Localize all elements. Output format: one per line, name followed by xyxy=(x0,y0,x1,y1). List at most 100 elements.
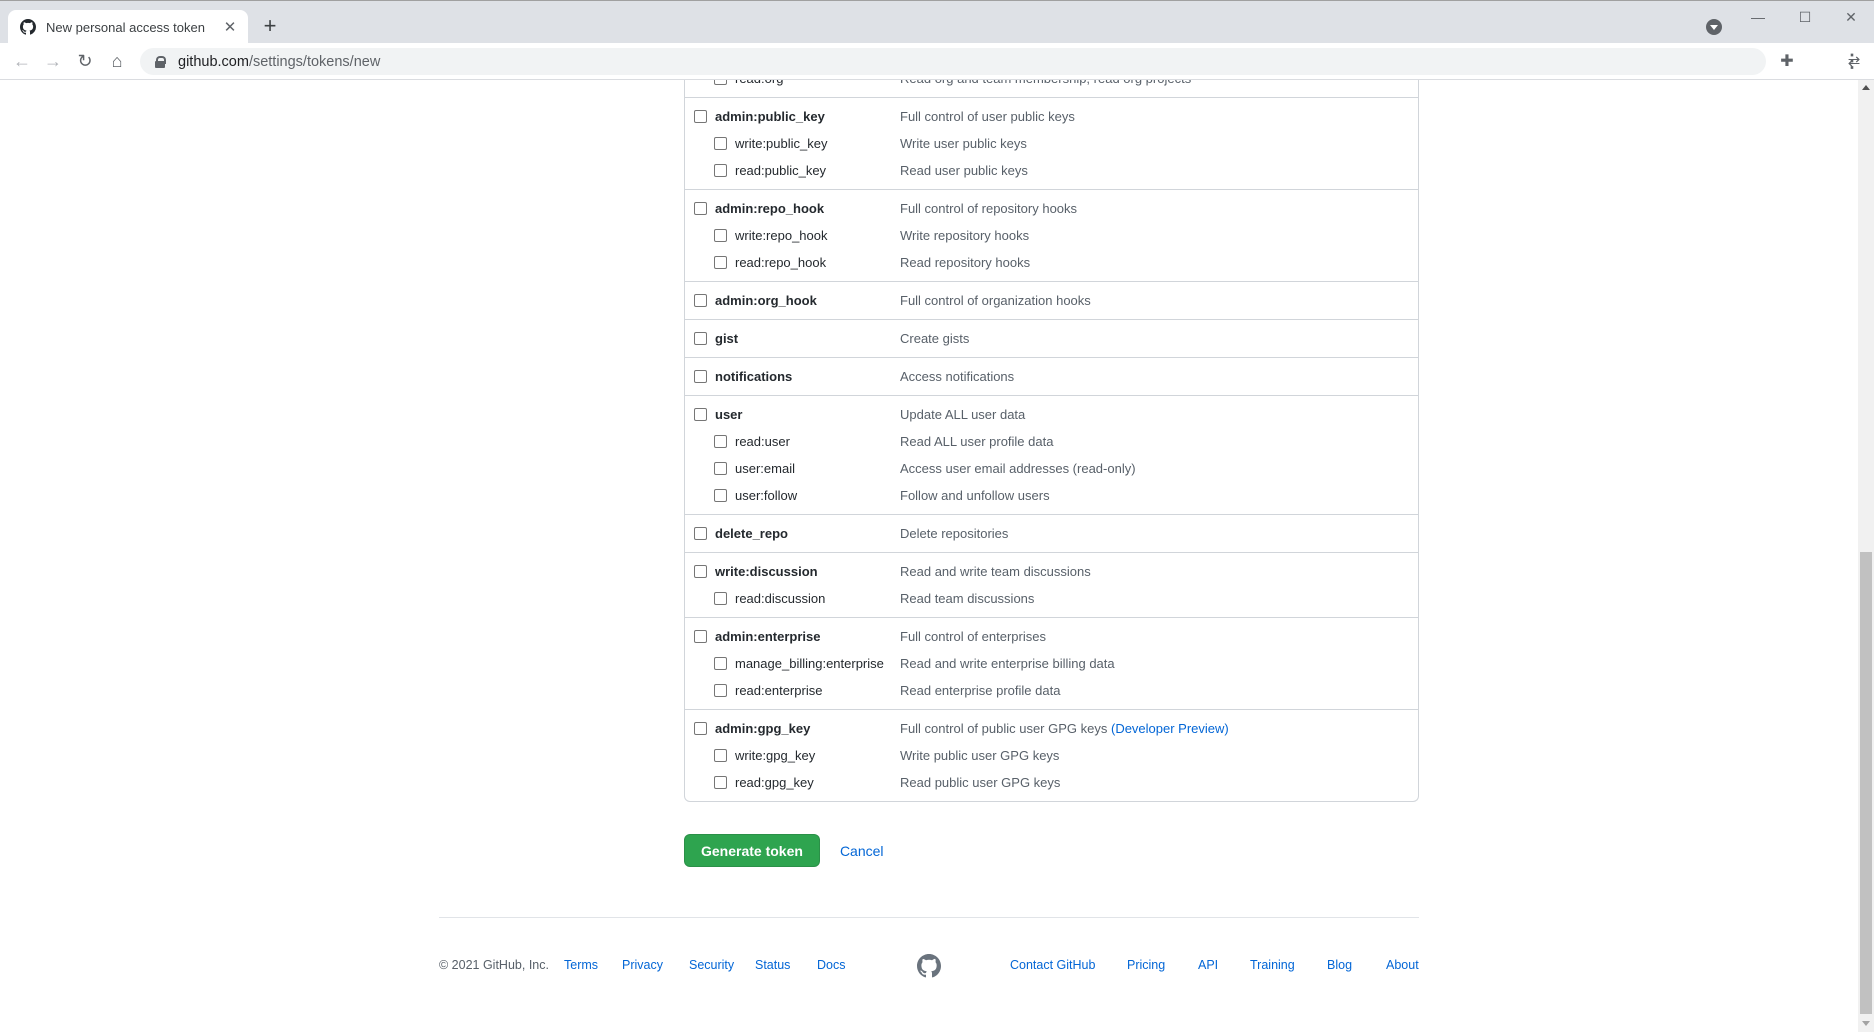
scope-row[interactable]: admin:repo_hook Full control of repositor… xyxy=(685,195,1418,222)
scope-checkbox[interactable] xyxy=(694,722,707,735)
tab-search-icon[interactable] xyxy=(1706,19,1722,35)
footer-link-pricing[interactable]: Pricing xyxy=(1127,958,1165,972)
scope-name: write:discussion xyxy=(715,564,818,579)
scope-description: Access user email addresses (read-only) xyxy=(900,461,1136,476)
scope-name: read:user xyxy=(735,434,790,449)
scope-checkbox[interactable] xyxy=(714,684,727,697)
scope-checkbox[interactable] xyxy=(694,408,707,421)
window-close-button[interactable]: ✕ xyxy=(1828,5,1874,29)
scope-row[interactable]: admin:enterprise Full control of enterpri… xyxy=(685,623,1418,650)
scope-row[interactable]: read:orgRead org and team membership, re… xyxy=(685,80,1418,92)
scope-row[interactable]: admin:org_hook Full control of organizati… xyxy=(685,287,1418,314)
scope-row[interactable]: write:repo_hook Write repository hooks xyxy=(685,222,1418,249)
scope-name: read:enterprise xyxy=(735,683,823,698)
window-minimize-button[interactable]: — xyxy=(1735,5,1781,29)
home-icon[interactable]: ⌂ xyxy=(105,49,129,73)
footer-link-blog[interactable]: Blog xyxy=(1327,958,1352,972)
footer-link-security[interactable]: Security xyxy=(689,958,734,972)
browser-tab-strip: New personal access token ✕ + — ☐ ✕ xyxy=(0,0,1874,44)
footer-link-training[interactable]: Training xyxy=(1250,958,1295,972)
scope-row[interactable]: user:email Access user email addresses (r… xyxy=(685,455,1418,482)
tab-close-icon[interactable]: ✕ xyxy=(222,18,238,36)
lock-icon[interactable] xyxy=(154,55,166,68)
scope-row[interactable]: read:enterprise Read enterprise profile d… xyxy=(685,677,1418,704)
scope-checkbox[interactable] xyxy=(694,630,707,643)
scope-group: admin:repo_hook Full control of repositor… xyxy=(685,189,1418,281)
scope-row[interactable]: read:discussion Read team discussions xyxy=(685,585,1418,612)
extensions-puzzle-icon[interactable]: ✚ xyxy=(1777,51,1797,71)
scope-row[interactable]: admin:gpg_key Full control of public user… xyxy=(685,715,1418,742)
scope-checkbox[interactable] xyxy=(714,256,727,269)
scope-row[interactable]: manage_billing:enterprise Read and write … xyxy=(685,650,1418,677)
browser-tab-active[interactable]: New personal access token ✕ xyxy=(8,10,248,44)
scope-name: read:public_key xyxy=(735,163,827,178)
scope-row[interactable]: admin:public_key Full control of user pub… xyxy=(685,103,1418,130)
scope-checkbox[interactable] xyxy=(714,462,727,475)
scope-row[interactable]: write:public_key Write user public keys xyxy=(685,130,1418,157)
scope-checkbox[interactable] xyxy=(714,776,727,789)
scope-checkbox[interactable] xyxy=(714,137,727,150)
scope-checkbox[interactable] xyxy=(714,229,727,242)
scope-row[interactable]: read:user Read ALL user profile data xyxy=(685,428,1418,455)
scope-row[interactable]: notifications Access notifications xyxy=(685,363,1418,390)
scope-checkbox[interactable] xyxy=(694,370,707,383)
scope-row[interactable]: read:repo_hook Read repository hooks xyxy=(685,249,1418,276)
scope-description-text: Read and write enterprise billing data xyxy=(900,656,1115,671)
scroll-down-arrow-icon[interactable] xyxy=(1862,1021,1870,1026)
footer-link-status[interactable]: Status xyxy=(755,958,790,972)
developer-preview-link[interactable]: (Developer Preview) xyxy=(1111,721,1229,736)
scope-row[interactable]: read:gpg_key Read public user GPG keys xyxy=(685,769,1418,796)
window-maximize-button[interactable]: ☐ xyxy=(1782,5,1828,29)
scope-checkbox[interactable] xyxy=(694,202,707,215)
scope-checkbox[interactable] xyxy=(694,332,707,345)
scope-row[interactable]: write:gpg_key Write public user GPG keys xyxy=(685,742,1418,769)
scope-checkbox[interactable] xyxy=(714,749,727,762)
scope-row[interactable]: user:follow Follow and unfollow users xyxy=(685,482,1418,509)
scope-checkbox[interactable] xyxy=(714,489,727,502)
scope-checkbox[interactable] xyxy=(714,435,727,448)
browser-menu-icon[interactable]: ⋮ xyxy=(1843,49,1861,73)
scope-checkbox[interactable] xyxy=(694,565,707,578)
scope-checkbox[interactable] xyxy=(714,164,727,177)
footer-link-terms[interactable]: Terms xyxy=(564,958,598,972)
scrollbar-thumb[interactable] xyxy=(1860,552,1872,1014)
scope-checkbox[interactable] xyxy=(694,527,707,540)
scope-description: Update ALL user data xyxy=(900,407,1025,422)
scroll-up-arrow-icon[interactable] xyxy=(1862,85,1870,90)
url-text[interactable]: github.com/settings/tokens/new xyxy=(178,54,380,70)
scope-checkbox[interactable] xyxy=(714,592,727,605)
reload-icon[interactable]: ↻ xyxy=(73,49,97,73)
scope-name: write:public_key xyxy=(735,136,828,151)
scope-group: admin:org_hook Full control of organizati… xyxy=(685,281,1418,319)
generate-token-button[interactable]: Generate token xyxy=(684,834,820,867)
footer-link-docs[interactable]: Docs xyxy=(817,958,845,972)
scope-row[interactable]: write:discussion Read and write team disc… xyxy=(685,558,1418,585)
footer-link-privacy[interactable]: Privacy xyxy=(622,958,663,972)
back-arrow-icon[interactable]: ← xyxy=(10,49,34,73)
scope-row[interactable]: delete_repo Delete repositories xyxy=(685,520,1418,547)
scope-group: delete_repo Delete repositories xyxy=(685,514,1418,552)
scope-checkbox[interactable] xyxy=(714,657,727,670)
scope-checkbox[interactable] xyxy=(694,294,707,307)
footer-link-contact-github[interactable]: Contact GitHub xyxy=(1010,958,1095,972)
scope-row[interactable]: read:public_key Read user public keys xyxy=(685,157,1418,184)
new-tab-button[interactable]: + xyxy=(258,12,282,40)
footer-link-api[interactable]: API xyxy=(1198,958,1218,972)
scope-checkbox[interactable] xyxy=(714,80,727,85)
scope-description: Read team discussions xyxy=(900,591,1034,606)
page-scrollbar[interactable] xyxy=(1858,80,1874,1032)
scope-row[interactable]: gist Create gists xyxy=(685,325,1418,352)
scope-name: user xyxy=(715,407,743,422)
address-bar[interactable]: github.com/settings/tokens/new ⇄ ☆ xyxy=(140,48,1860,75)
cancel-link[interactable]: Cancel xyxy=(840,843,884,859)
forward-arrow-icon[interactable]: → xyxy=(41,49,65,73)
scope-name: admin:repo_hook xyxy=(715,201,825,216)
scope-description: Read user public keys xyxy=(900,163,1028,178)
footer-link-about[interactable]: About xyxy=(1386,958,1419,972)
scope-group: gist Create gists xyxy=(685,319,1418,357)
scope-row[interactable]: user Update ALL user data xyxy=(685,401,1418,428)
scope-description: Read repository hooks xyxy=(900,255,1030,270)
scope-checkbox[interactable] xyxy=(694,110,707,123)
github-logo-icon[interactable] xyxy=(917,954,941,978)
scope-name: admin:public_key xyxy=(715,109,825,124)
